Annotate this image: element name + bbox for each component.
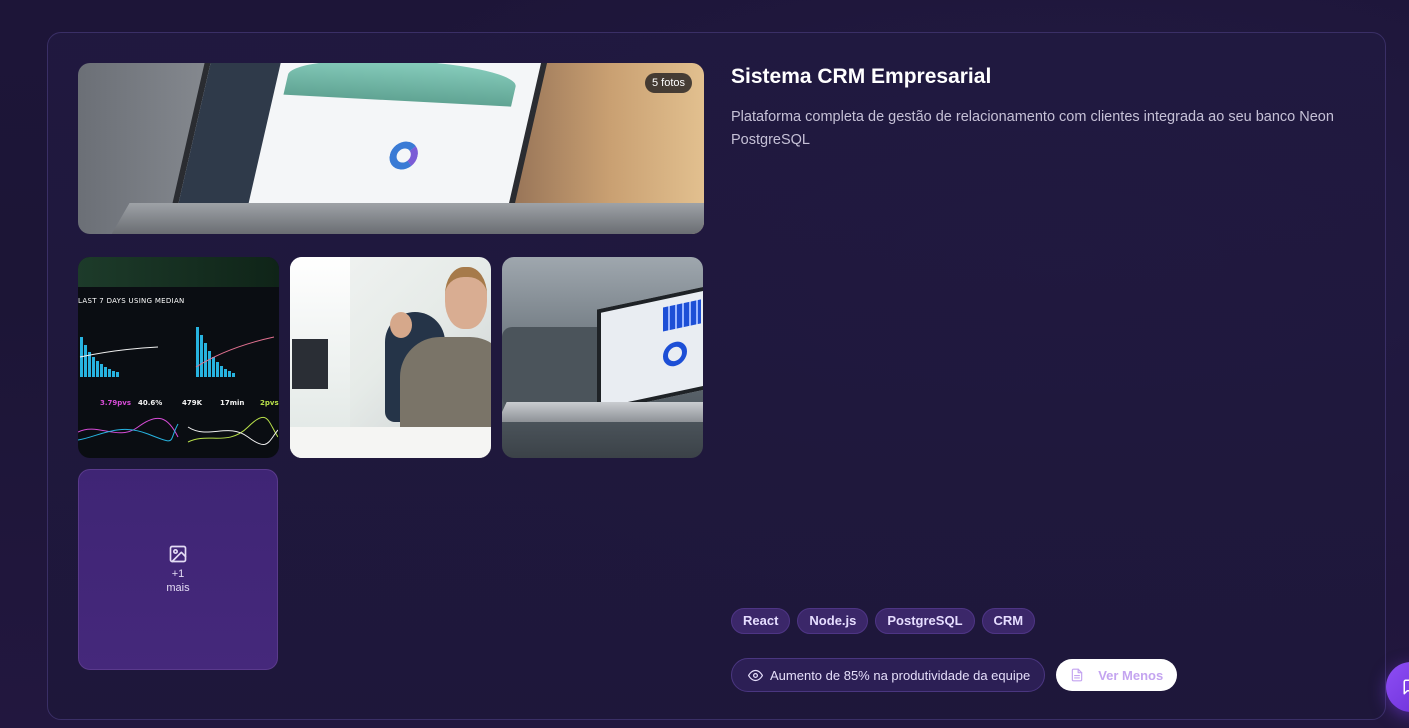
gallery-thumbnail-2[interactable] (290, 257, 491, 458)
tag-nodejs: Node.js (797, 608, 869, 634)
project-card: 5 fotos LAST 7 DAYS USING MEDIAN 3.79pvs… (47, 32, 1386, 720)
thumb2-person-back-head (390, 312, 412, 338)
result-metric-badge: Aumento de 85% na produtividade da equip… (731, 658, 1046, 692)
hero-image[interactable]: 5 fotos (78, 63, 704, 234)
tech-tags: React Node.js PostgreSQL CRM (731, 608, 1036, 634)
document-icon (1071, 668, 1083, 682)
thumb3-laptop-screen (597, 284, 703, 413)
more-photos-count: +1 (171, 568, 185, 580)
project-title: Sistema CRM Empresarial (731, 65, 992, 88)
thumb1-line-chart (78, 416, 278, 446)
tag-react: React (731, 608, 791, 634)
project-description: Plataforma completa de gestão de relacio… (731, 109, 1334, 148)
thumb1-stat-4: 17min (220, 399, 245, 407)
thumb2-monitor (292, 339, 328, 389)
chat-fab-button[interactable] (1386, 662, 1409, 712)
more-photos-tile[interactable]: +1 mais (78, 469, 278, 670)
thumb3-laptop-base (502, 402, 703, 422)
gallery-thumbnail-3[interactable] (502, 257, 703, 458)
thumb1-histogram (79, 327, 275, 377)
photo-count-badge: 5 fotos (644, 73, 692, 93)
tag-postgresql: PostgreSQL (875, 608, 975, 634)
tag-crm: CRM (981, 608, 1036, 634)
ver-menos-label: Ver Menos (1098, 667, 1164, 683)
eye-icon (748, 669, 763, 681)
chat-icon (1403, 679, 1409, 695)
image-icon (169, 545, 187, 563)
more-photos-label: mais (166, 582, 190, 594)
ver-menos-button[interactable]: Ver Menos (1056, 659, 1178, 691)
thumb1-stat-3: 479K (182, 399, 203, 407)
thumb1-stat-5: 2pvs (260, 399, 279, 407)
thumb1-plant-backdrop (78, 257, 279, 287)
gallery-thumbnail-1[interactable]: LAST 7 DAYS USING MEDIAN 3.79pvs 40.6% 4… (78, 257, 279, 458)
result-metric-text: Aumento de 85% na produtividade da equip… (770, 667, 1031, 683)
thumb1-stat-2: 40.6% (138, 399, 163, 407)
thumb1-stat-1: 3.79pvs (100, 399, 132, 407)
hero-laptop-base (106, 203, 704, 234)
thumb2-desk (290, 427, 491, 458)
card-footer: Aumento de 85% na produtividade da equip… (731, 658, 1178, 692)
thumb2-person-front-head (445, 267, 487, 329)
thumb3-sofa (502, 327, 612, 407)
thumb1-caption: LAST 7 DAYS USING MEDIAN (78, 297, 185, 305)
